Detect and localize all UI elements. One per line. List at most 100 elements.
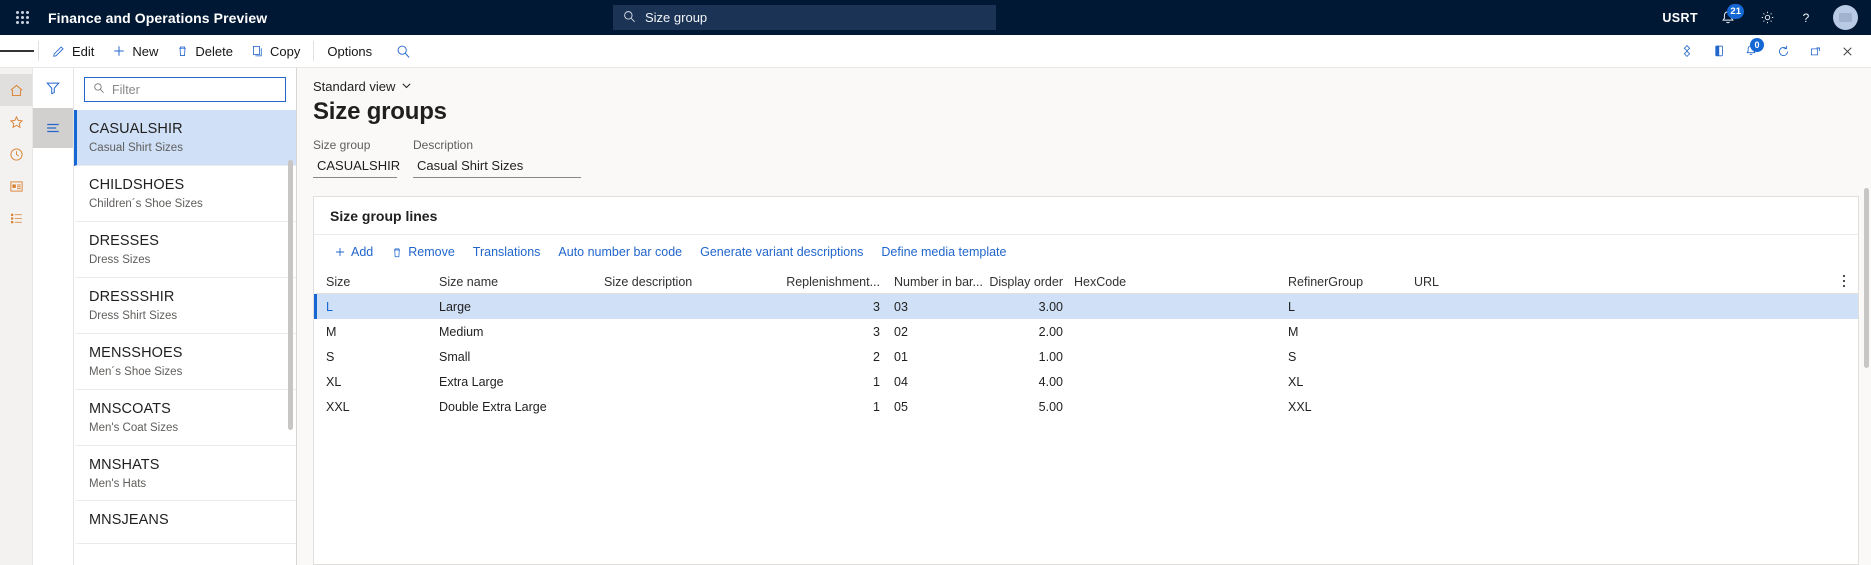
content-scrollbar[interactable]	[1864, 188, 1869, 368]
view-selector-label: Standard view	[313, 79, 395, 94]
cell-refinergroup[interactable]: S	[1284, 350, 1410, 364]
attachments-icon[interactable]	[1671, 35, 1703, 67]
table-row[interactable]: XXL Double Extra Large 1 05 5.00 XXL	[314, 394, 1858, 419]
auto-number-bar-code-button[interactable]: Auto number bar code	[550, 240, 690, 264]
office-export-icon[interactable]	[1703, 35, 1735, 67]
list-item-description: Men´s Shoe Sizes	[89, 366, 284, 380]
card-toolbar: Add Remove Translations Auto number bar …	[314, 235, 1858, 270]
cell-display-order[interactable]: 5.00	[982, 400, 1068, 414]
cell-size-name[interactable]: Small	[435, 350, 600, 364]
cell-replenishment[interactable]: 2	[768, 350, 888, 364]
new-button[interactable]: New	[103, 38, 167, 64]
modules-list-icon[interactable]	[0, 202, 32, 234]
cell-size[interactable]: XL	[317, 375, 435, 389]
list-item[interactable]: DRESSES Dress Sizes	[74, 222, 296, 278]
list-item[interactable]: CASUALSHIR Casual Shirt Sizes	[74, 110, 296, 166]
column-header-refinergroup[interactable]: RefinerGroup	[1284, 275, 1410, 289]
size-group-list[interactable]: CASUALSHIR Casual Shirt Sizes CHILDSHOES…	[74, 110, 296, 565]
refresh-icon[interactable]	[1767, 35, 1799, 67]
workspaces-icon[interactable]	[0, 170, 32, 202]
cell-number-in-bar[interactable]: 01	[888, 350, 982, 364]
cell-number-in-bar[interactable]: 04	[888, 375, 982, 389]
page-title: Size groups	[297, 94, 1871, 126]
size-group-field-value[interactable]: CASUALSHIR	[313, 156, 397, 178]
column-header-size[interactable]: Size	[317, 275, 435, 289]
column-header-replenishment[interactable]: Replenishment...	[768, 275, 888, 289]
cell-size-name[interactable]: Large	[435, 300, 600, 314]
column-header-number-in-bar[interactable]: Number in bar...	[888, 275, 982, 289]
cell-display-order[interactable]: 2.00	[982, 325, 1068, 339]
edit-button[interactable]: Edit	[43, 38, 103, 64]
cell-replenishment[interactable]: 1	[768, 375, 888, 389]
cell-refinergroup[interactable]: M	[1284, 325, 1410, 339]
define-media-template-button[interactable]: Define media template	[873, 240, 1014, 264]
application-window: Finance and Operations Preview Size grou…	[0, 0, 1871, 565]
table-row[interactable]: L Large 3 03 3.00 L	[314, 294, 1858, 319]
column-header-display-order[interactable]: Display order	[982, 275, 1068, 289]
cell-refinergroup[interactable]: L	[1284, 300, 1410, 314]
cell-number-in-bar[interactable]: 02	[888, 325, 982, 339]
question-mark-icon[interactable]: ?	[1787, 0, 1825, 35]
list-item[interactable]: MNSJEANS	[74, 501, 296, 543]
column-header-size-description[interactable]: Size description	[600, 275, 768, 289]
bell-icon[interactable]: 21	[1708, 0, 1748, 35]
list-filter-input[interactable]: Filter	[84, 77, 286, 102]
list-item[interactable]: DRESSSHIR Dress Shirt Sizes	[74, 278, 296, 334]
column-header-hexcode[interactable]: HexCode	[1068, 275, 1284, 289]
filter-funnel-icon[interactable]	[33, 68, 73, 108]
cell-replenishment[interactable]: 1	[768, 400, 888, 414]
column-header-size-name[interactable]: Size name	[435, 275, 600, 289]
company-selector[interactable]: USRT	[1652, 11, 1708, 25]
cell-refinergroup[interactable]: XL	[1284, 375, 1410, 389]
list-item[interactable]: CHILDSHOES Children´s Shoe Sizes	[74, 166, 296, 222]
cell-size-name[interactable]: Double Extra Large	[435, 400, 600, 414]
cell-display-order[interactable]: 1.00	[982, 350, 1068, 364]
cell-size[interactable]: XXL	[317, 400, 435, 414]
list-item[interactable]: MNSCOATS Men's Coat Sizes	[74, 390, 296, 446]
cell-number-in-bar[interactable]: 03	[888, 300, 982, 314]
cell-replenishment[interactable]: 3	[768, 300, 888, 314]
list-item[interactable]: MENSSHOES Men´s Shoe Sizes	[74, 334, 296, 390]
cell-size[interactable]: L	[317, 300, 435, 314]
cell-size[interactable]: S	[317, 350, 435, 364]
close-icon[interactable]	[1831, 35, 1863, 67]
cell-size-name[interactable]: Extra Large	[435, 375, 600, 389]
grid-options-icon[interactable]	[1842, 273, 1858, 289]
generate-variant-descriptions-button[interactable]: Generate variant descriptions	[692, 240, 871, 264]
cell-size-name[interactable]: Medium	[435, 325, 600, 339]
table-row[interactable]: XL Extra Large 1 04 4.00 XL	[314, 369, 1858, 394]
list-item[interactable]: MNSHATS Men's Hats	[74, 446, 296, 502]
view-selector[interactable]: Standard view	[297, 68, 412, 94]
gear-icon[interactable]	[1748, 0, 1787, 35]
translations-button[interactable]: Translations	[465, 240, 549, 264]
copy-button[interactable]: Copy	[242, 38, 309, 64]
home-icon[interactable]	[0, 74, 32, 106]
description-field-value[interactable]: Casual Shirt Sizes	[413, 156, 581, 178]
cell-replenishment[interactable]: 3	[768, 325, 888, 339]
recent-clock-icon[interactable]	[0, 138, 32, 170]
cell-size[interactable]: M	[317, 325, 435, 339]
cell-display-order[interactable]: 4.00	[982, 375, 1068, 389]
list-scrollbar[interactable]	[288, 160, 293, 430]
list-item-description: Men's Hats	[89, 478, 284, 492]
cell-refinergroup[interactable]: XXL	[1284, 400, 1410, 414]
cell-display-order[interactable]: 3.00	[982, 300, 1068, 314]
options-button[interactable]: Options	[318, 38, 381, 64]
delete-button[interactable]: Delete	[167, 38, 242, 64]
list-view-icon[interactable]	[33, 108, 73, 148]
table-row[interactable]: S Small 2 01 1.00 S	[314, 344, 1858, 369]
table-row[interactable]: M Medium 3 02 2.00 M	[314, 319, 1858, 344]
cell-number-in-bar[interactable]: 05	[888, 400, 982, 414]
list-item-description: Children´s Shoe Sizes	[89, 198, 284, 212]
hamburger-icon[interactable]	[0, 35, 34, 67]
favorites-star-icon[interactable]	[0, 106, 32, 138]
add-button[interactable]: Add	[326, 240, 381, 264]
search-icon[interactable]	[387, 35, 419, 67]
column-header-url[interactable]: URL	[1410, 275, 1590, 289]
remove-button[interactable]: Remove	[383, 240, 463, 264]
avatar[interactable]	[1825, 0, 1858, 35]
app-launcher-icon[interactable]	[0, 11, 44, 24]
notifications-panel-icon[interactable]: 0	[1735, 35, 1767, 67]
popout-icon[interactable]	[1799, 35, 1831, 67]
global-search-box[interactable]: Size group	[613, 5, 996, 30]
